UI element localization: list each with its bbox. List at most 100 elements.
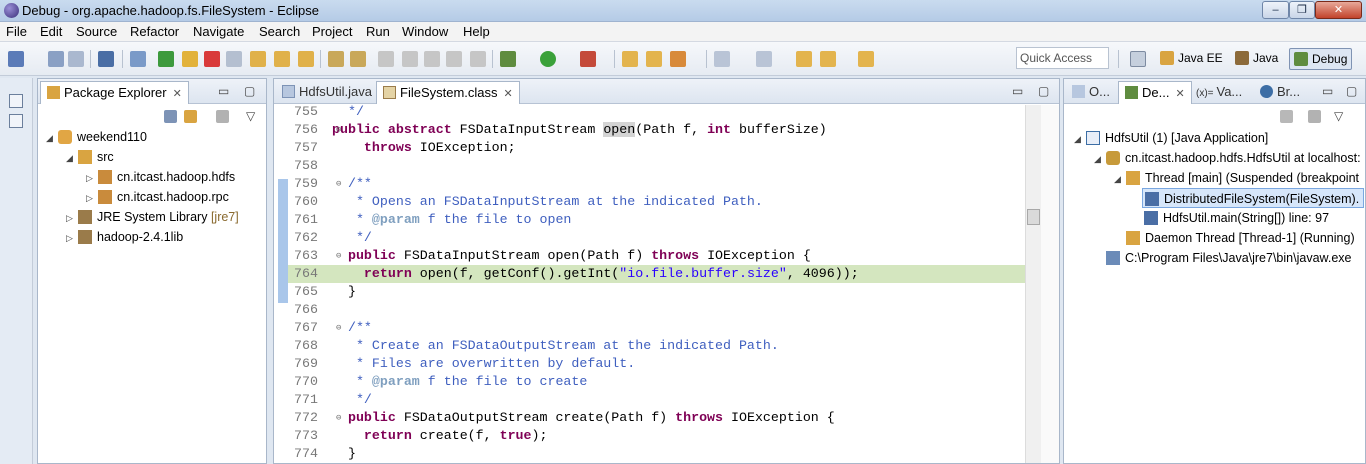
- process-javaw[interactable]: C:\Program Files\Java\jre7\bin\javaw.exe: [1106, 248, 1351, 268]
- tab-outline[interactable]: O...: [1066, 81, 1116, 104]
- code-line[interactable]: 773 return create(f, true);: [288, 427, 1025, 445]
- forward-icon[interactable]: [858, 51, 874, 67]
- run-external-tools-icon[interactable]: [580, 51, 596, 67]
- close-icon[interactable]: ✕: [504, 88, 513, 100]
- minimize-view-icon[interactable]: ▭: [1322, 84, 1333, 98]
- next-annotation-icon[interactable]: [714, 51, 730, 67]
- menu-edit[interactable]: Edit: [40, 24, 62, 39]
- fold-toggle-icon[interactable]: ⊖: [336, 175, 341, 193]
- run-icon[interactable]: [540, 51, 556, 67]
- minimize-button[interactable]: –: [1262, 1, 1289, 19]
- resume-icon[interactable]: [158, 51, 174, 67]
- code-line[interactable]: 770 * @param f the file to create: [288, 373, 1025, 391]
- tab-variables[interactable]: (x)= Va...: [1190, 81, 1248, 104]
- scrollbar-thumb[interactable]: [1027, 209, 1040, 225]
- vertical-scrollbar[interactable]: [1025, 105, 1041, 463]
- fold-toggle-icon[interactable]: ⊖: [336, 409, 341, 427]
- code-line[interactable]: 759 ⊖ /**: [288, 175, 1025, 193]
- quick-access-input[interactable]: Quick Access: [1016, 47, 1109, 69]
- menu-project[interactable]: Project: [312, 24, 352, 39]
- save-icon[interactable]: [48, 51, 64, 67]
- maximize-view-icon[interactable]: ▢: [1346, 84, 1357, 98]
- fold-toggle-icon[interactable]: ⊖: [336, 247, 341, 265]
- code-line[interactable]: 768 * Create an FSDataOutputStream at th…: [288, 337, 1025, 355]
- tree-item-hadoop-lib[interactable]: ▷ hadoop-2.4.1lib: [66, 227, 183, 247]
- tree-item-src[interactable]: ◢ src: [66, 147, 114, 167]
- code-line[interactable]: 771 */: [288, 391, 1025, 409]
- console-icon[interactable]: [98, 51, 114, 67]
- maximize-button[interactable]: ❐: [1289, 1, 1315, 19]
- code-line[interactable]: 769 * Files are overwritten by default.: [288, 355, 1025, 373]
- code-line[interactable]: 758: [288, 157, 1025, 175]
- link-with-editor-icon[interactable]: [184, 110, 197, 123]
- tab-package-explorer[interactable]: Package Explorer ✕: [40, 81, 189, 104]
- fold-toggle-icon[interactable]: ⊖: [336, 319, 341, 337]
- thread-main[interactable]: ◢ Thread [main] (Suspended (breakpoint: [1114, 168, 1359, 188]
- tree-item-project[interactable]: ◢ weekend110: [46, 127, 147, 147]
- last-edit-location-icon[interactable]: [796, 51, 812, 67]
- fold-toggle-icon[interactable]: ⊖: [336, 121, 341, 139]
- debug-target[interactable]: ◢ cn.itcast.hadoop.hdfs.HdfsUtil at local…: [1094, 148, 1361, 168]
- minimized-view-icon[interactable]: [9, 114, 23, 128]
- block-selection-icon[interactable]: [470, 51, 486, 67]
- step-into-icon[interactable]: [250, 51, 266, 67]
- perspective-debug[interactable]: Debug: [1289, 48, 1353, 70]
- suspend-icon[interactable]: [182, 51, 198, 67]
- back-icon[interactable]: [820, 51, 836, 67]
- thread-daemon[interactable]: Daemon Thread [Thread-1] (Running): [1126, 228, 1355, 248]
- step-return-icon[interactable]: [298, 51, 314, 67]
- format-icon[interactable]: [424, 51, 440, 67]
- view-menu-icon[interactable]: [216, 110, 229, 123]
- menu-file[interactable]: File: [6, 24, 27, 39]
- open-resource-icon[interactable]: [646, 51, 662, 67]
- perspective-java[interactable]: Java: [1235, 48, 1278, 70]
- code-line[interactable]: 766: [288, 301, 1025, 319]
- use-step-filters-icon[interactable]: [350, 51, 366, 67]
- tree-item-jre-library[interactable]: ▷ JRE System Library [jre7]: [66, 207, 239, 227]
- view-menu-icon[interactable]: [1308, 110, 1321, 123]
- menu-window[interactable]: Window: [402, 24, 448, 39]
- menu-refactor[interactable]: Refactor: [130, 24, 179, 39]
- menu-source[interactable]: Source: [76, 24, 117, 39]
- tab-breakpoints[interactable]: Br...: [1254, 81, 1306, 104]
- close-button[interactable]: ✕: [1315, 1, 1362, 19]
- debug-launch[interactable]: ◢ HdfsUtil (1) [Java Application]: [1074, 128, 1268, 148]
- stack-frame-selected[interactable]: DistributedFileSystem(FileSystem).: [1142, 188, 1365, 208]
- close-icon[interactable]: ✕: [173, 88, 182, 100]
- drop-to-frame-icon[interactable]: [328, 51, 344, 67]
- tab-debug[interactable]: De... ✕: [1118, 81, 1192, 104]
- open-perspective-icon[interactable]: [1130, 51, 1146, 67]
- code-text[interactable]: 755 */756 ⊖ public abstract FSDataInputStr…: [274, 105, 1059, 463]
- close-icon[interactable]: ✕: [1175, 88, 1184, 100]
- tree-item-package-rpc[interactable]: ▷ cn.itcast.hadoop.rpc: [86, 187, 229, 207]
- code-line[interactable]: 756 ⊖ public abstract FSDataInputStream op…: [288, 121, 1025, 139]
- skip-breakpoints-icon[interactable]: [130, 51, 146, 67]
- previous-annotation-icon[interactable]: [756, 51, 772, 67]
- code-line[interactable]: 755 */: [288, 105, 1025, 121]
- menu-run[interactable]: Run: [366, 24, 390, 39]
- code-line[interactable]: 762 */: [288, 229, 1025, 247]
- menu-help[interactable]: Help: [463, 24, 490, 39]
- step-over-icon[interactable]: [274, 51, 290, 67]
- code-line[interactable]: 763 ⊖ public FSDataInputStream open(Path …: [288, 247, 1025, 265]
- code-line[interactable]: 760 * Opens an FSDataInputStream at the …: [288, 193, 1025, 211]
- code-line[interactable]: 765 }: [288, 283, 1025, 301]
- tab-hdfsutil-java[interactable]: HdfsUtil.java: [276, 81, 378, 104]
- maximize-view-icon[interactable]: ▢: [1038, 84, 1049, 98]
- collapse-all-icon[interactable]: [164, 110, 177, 123]
- tab-filesystem-class[interactable]: FileSystem.class ✕: [376, 81, 520, 104]
- search-icon[interactable]: [670, 51, 686, 67]
- open-type-icon[interactable]: [622, 51, 638, 67]
- code-line[interactable]: 757 throws IOException;: [288, 139, 1025, 157]
- remove-terminated-icon[interactable]: [1280, 110, 1293, 123]
- maximize-view-icon[interactable]: ▢: [244, 84, 255, 98]
- save-all-icon[interactable]: [68, 51, 84, 67]
- terminate-icon[interactable]: [204, 51, 220, 67]
- toggle-mark-icon[interactable]: [378, 51, 394, 67]
- perspective-java-ee[interactable]: Java EE: [1160, 48, 1223, 70]
- minimize-view-icon[interactable]: ▭: [218, 84, 229, 98]
- chevron-down-icon[interactable]: ▽: [1334, 109, 1343, 123]
- code-line[interactable]: 774 }: [288, 445, 1025, 463]
- chevron-down-icon[interactable]: ▽: [246, 109, 255, 123]
- stack-frame[interactable]: HdfsUtil.main(String[]) line: 97: [1144, 208, 1329, 228]
